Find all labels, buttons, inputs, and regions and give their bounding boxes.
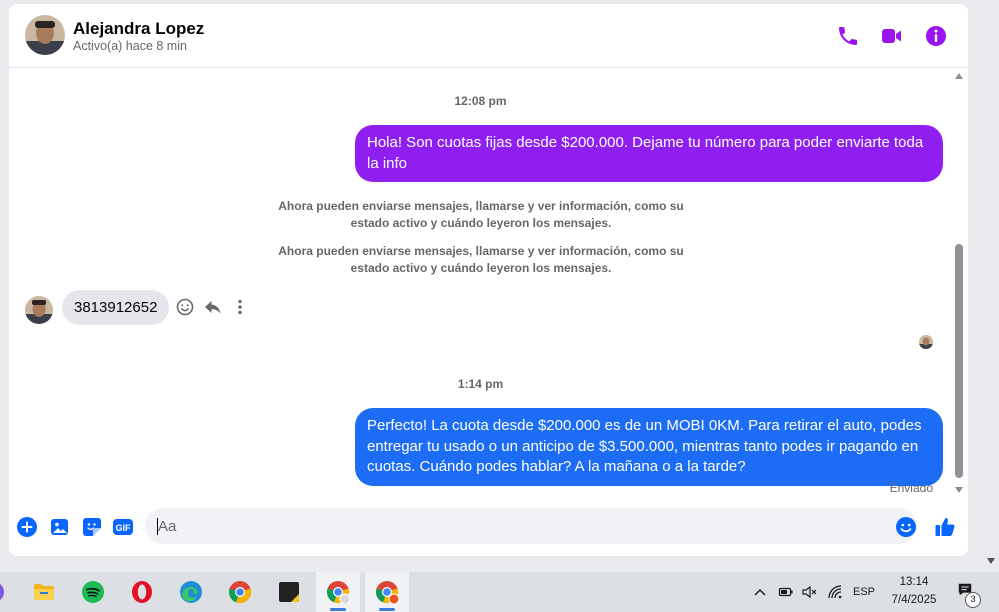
message-list: 12:08 pm Hola! Son cuotas fijas desde $2… bbox=[9, 68, 952, 498]
outgoing-message[interactable]: Hola! Son cuotas fijas desde $200.000. D… bbox=[355, 125, 943, 182]
photo-gallery-icon[interactable] bbox=[49, 516, 71, 538]
gif-label: GIF bbox=[116, 523, 132, 533]
text-caret bbox=[157, 518, 158, 535]
contact-status: Activo(a) hace 8 min bbox=[73, 39, 187, 53]
chrome-profile-icon bbox=[326, 580, 350, 604]
taskbar-chrome-profile-1[interactable] bbox=[316, 572, 360, 612]
taskbar-opera[interactable] bbox=[120, 572, 164, 612]
notification-count-badge: 3 bbox=[965, 592, 981, 608]
taskbar-chrome-profile-2[interactable] bbox=[365, 572, 409, 612]
taskbar-chrome[interactable] bbox=[218, 572, 262, 612]
chrome-profile-icon bbox=[375, 580, 399, 604]
copilot-icon[interactable] bbox=[0, 580, 10, 604]
show-hidden-icons-chevron-icon[interactable] bbox=[752, 584, 768, 600]
edge-icon bbox=[179, 580, 203, 604]
chat-header: Alejandra Lopez Activo(a) hace 8 min bbox=[9, 4, 968, 68]
scroll-thumb[interactable] bbox=[955, 244, 963, 478]
info-icon[interactable] bbox=[924, 24, 948, 48]
taskbar-spotify[interactable] bbox=[71, 572, 115, 612]
message-timestamp: 1:14 pm bbox=[457, 377, 504, 391]
taskbar-sticky-notes[interactable] bbox=[267, 572, 311, 612]
react-emoji-icon[interactable] bbox=[175, 297, 195, 317]
spotify-icon bbox=[81, 580, 105, 604]
sticker-icon[interactable] bbox=[81, 516, 103, 538]
gif-icon[interactable]: GIF bbox=[112, 516, 134, 538]
read-receipt-avatar bbox=[919, 335, 933, 349]
like-thumb-icon[interactable] bbox=[934, 516, 956, 538]
video-camera-icon[interactable] bbox=[880, 24, 904, 48]
contact-name[interactable]: Alejandra Lopez bbox=[73, 19, 204, 39]
scroll-up-arrow-icon[interactable] bbox=[955, 73, 963, 79]
more-options-icon[interactable] bbox=[230, 297, 250, 317]
incoming-message[interactable]: 3813912652 bbox=[62, 290, 170, 325]
volume-muted-icon[interactable] bbox=[801, 584, 817, 600]
message-scrollbar[interactable] bbox=[952, 70, 966, 496]
reply-icon[interactable] bbox=[203, 297, 223, 317]
clock-time[interactable]: 13:14 bbox=[884, 576, 944, 588]
outgoing-message[interactable]: Perfecto! La cuota desde $200.000 es de … bbox=[355, 408, 943, 486]
taskbar-edge[interactable] bbox=[169, 572, 213, 612]
taskbar: ESP 13:14 7/4/2025 3 bbox=[0, 572, 999, 612]
add-plus-icon[interactable] bbox=[16, 516, 38, 538]
taskbar-file-explorer[interactable] bbox=[22, 572, 66, 612]
opera-icon bbox=[130, 580, 154, 604]
message-input[interactable] bbox=[145, 508, 917, 544]
system-note: Ahora pueden enviarse mensajes, llamarse… bbox=[278, 244, 684, 275]
chrome-icon bbox=[228, 580, 252, 604]
emoji-icon[interactable] bbox=[895, 516, 917, 538]
chat-window: Alejandra Lopez Activo(a) hace 8 min 12:… bbox=[9, 4, 968, 556]
sent-status: Enviado bbox=[889, 481, 933, 495]
composer: GIF bbox=[9, 504, 968, 556]
message-timestamp: 12:08 pm bbox=[454, 94, 507, 108]
sticky-notes-icon bbox=[277, 580, 301, 604]
page-scroll-down-arrow-icon[interactable] bbox=[987, 558, 995, 564]
wifi-icon[interactable] bbox=[827, 584, 843, 600]
scroll-down-arrow-icon[interactable] bbox=[955, 487, 963, 493]
battery-icon[interactable] bbox=[778, 584, 794, 600]
system-note: Ahora pueden enviarse mensajes, llamarse… bbox=[278, 199, 684, 230]
file-explorer-icon bbox=[32, 580, 56, 604]
phone-icon[interactable] bbox=[836, 24, 860, 48]
contact-avatar[interactable] bbox=[25, 15, 65, 55]
contact-avatar-small[interactable] bbox=[25, 296, 53, 324]
language-indicator[interactable]: ESP bbox=[853, 586, 875, 598]
clock-date[interactable]: 7/4/2025 bbox=[884, 594, 944, 606]
